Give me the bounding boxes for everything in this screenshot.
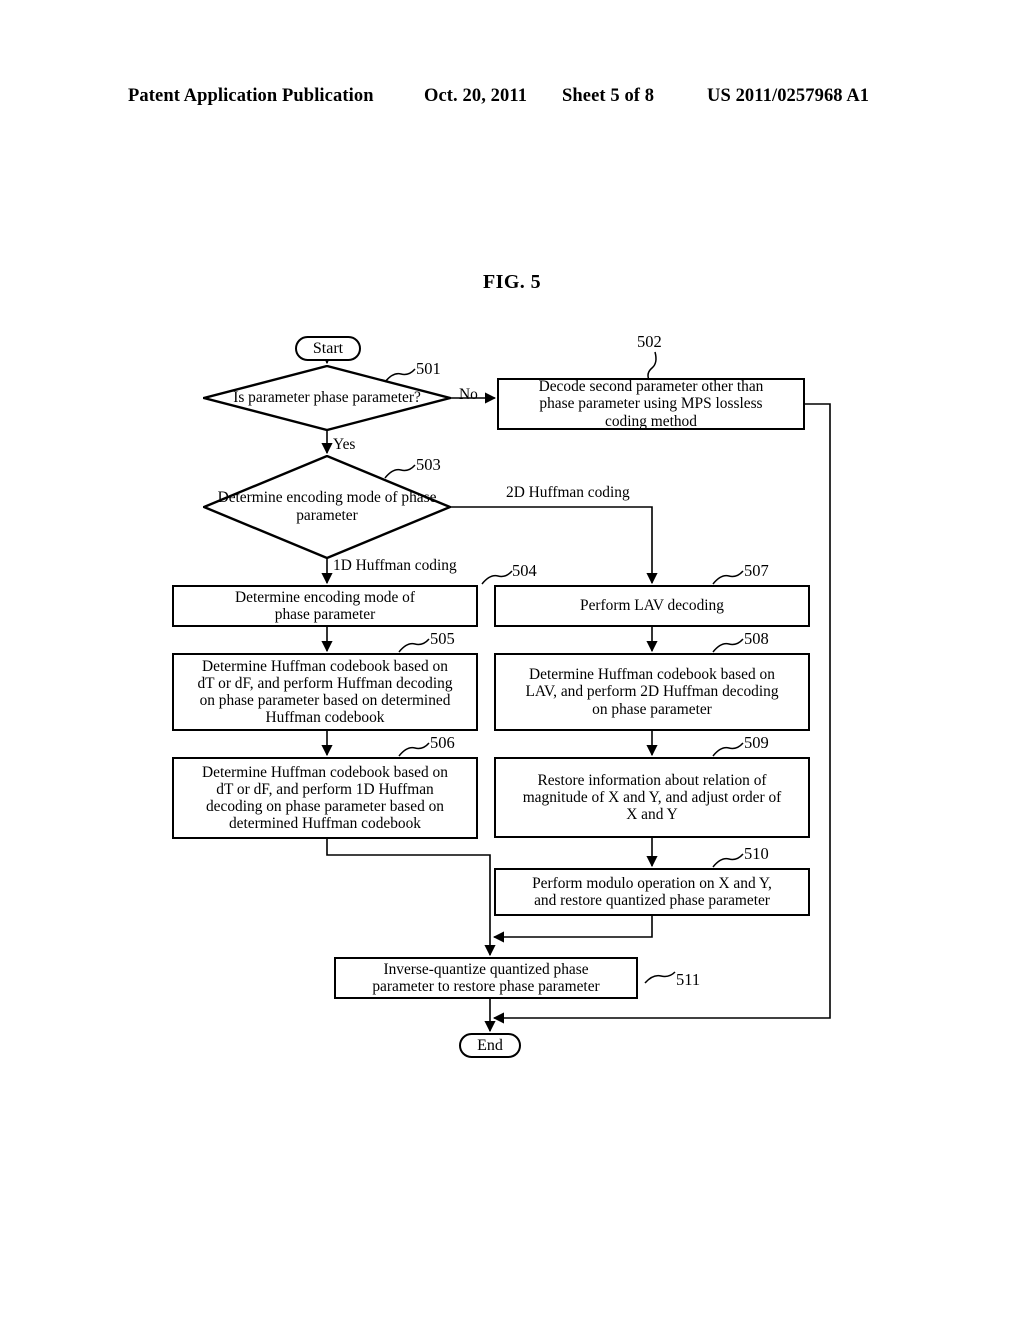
process-504-line1: Determine encoding mode of: [235, 588, 415, 606]
process-504: Determine encoding mode of phase paramet…: [172, 585, 478, 627]
process-511-line1: Inverse-quantize quantized phase: [383, 960, 589, 978]
process-502-line2: phase parameter using MPS lossless: [539, 395, 763, 413]
decision-501: Is parameter phase parameter?: [203, 365, 451, 431]
process-506: Determine Huffman codebook based on dT o…: [172, 757, 478, 839]
process-502-line1: Decode second parameter other than: [538, 378, 764, 396]
decision-503: Determine encoding mode of phase paramet…: [203, 455, 451, 559]
process-508: Determine Huffman codebook based on LAV,…: [494, 653, 810, 731]
process-505-line2: dT or dF, and perform Huffman decoding: [197, 674, 453, 692]
process-507-line1: Perform LAV decoding: [580, 597, 724, 615]
process-509: Restore information about relation of ma…: [494, 757, 810, 838]
process-502: Decode second parameter other than phase…: [497, 378, 805, 430]
start-label: Start: [312, 339, 344, 357]
header-publication-title: Patent Application Publication: [128, 86, 374, 106]
process-506-line2: dT or dF, and perform 1D Huffman: [216, 780, 434, 798]
reference-numeral-506: 506: [430, 733, 455, 752]
edge-label-2d-huffman-coding: 2D Huffman coding: [506, 484, 630, 501]
edge-label-yes: Yes: [333, 436, 356, 453]
reference-numeral-504: 504: [512, 561, 537, 580]
reference-numeral-502: 502: [637, 332, 662, 351]
end-terminator: End: [459, 1033, 521, 1058]
reference-numeral-510: 510: [744, 844, 769, 863]
process-505-line3: on phase parameter based on determined: [199, 692, 451, 709]
process-508-line3: on phase parameter: [592, 700, 712, 718]
process-504-line2: phase parameter: [274, 606, 376, 623]
process-510-line1: Perform modulo operation on X and Y,: [532, 874, 772, 892]
process-506-line4: determined Huffman codebook: [228, 815, 422, 833]
decision-503-text: Determine encoding mode of phase paramet…: [203, 455, 451, 559]
reference-numeral-508: 508: [744, 629, 769, 648]
edge-label-no: No: [459, 386, 478, 403]
process-506-line1: Determine Huffman codebook based on: [202, 763, 448, 781]
patent-page: Patent Application Publication Oct. 20, …: [0, 0, 1024, 1320]
figure-title: FIG. 5: [483, 271, 541, 293]
reference-numeral-509: 509: [744, 733, 769, 752]
process-509-line3: X and Y: [626, 806, 678, 824]
process-505: Determine Huffman codebook based on dT o…: [172, 653, 478, 731]
decision-503-line1: Determine: [217, 489, 283, 507]
header-sheet-number: Sheet 5 of 8: [562, 86, 655, 106]
process-505-line1: Determine Huffman codebook based on: [202, 657, 448, 675]
process-510-line2: and restore quantized phase parameter: [534, 892, 770, 909]
header-patent-number: US 2011/0257968 A1: [707, 86, 870, 106]
reference-numeral-505: 505: [430, 629, 455, 648]
edge-label-1d-huffman-coding: 1D Huffman coding: [333, 557, 457, 574]
process-502-line3: coding method: [605, 412, 697, 430]
reference-numeral-507: 507: [744, 561, 769, 580]
process-511-line2: parameter to restore phase parameter: [372, 978, 600, 995]
decision-501-text: Is parameter phase parameter?: [203, 365, 451, 431]
decision-501-line1: Is parameter: [233, 389, 310, 407]
reference-numeral-503: 503: [416, 455, 441, 474]
process-509-line2: magnitude of X and Y, and adjust order o…: [522, 788, 782, 806]
process-510: Perform modulo operation on X and Y, and…: [494, 868, 810, 916]
process-507: Perform LAV decoding: [494, 585, 810, 627]
decision-501-line2: phase parameter?: [313, 389, 421, 407]
reference-numeral-501: 501: [416, 359, 441, 378]
decision-503-line2: encoding mode of: [286, 489, 398, 507]
process-508-line2: LAV, and perform 2D Huffman decoding: [525, 683, 779, 701]
process-509-line1: Restore information about relation of: [537, 771, 767, 789]
reference-numeral-511: 511: [676, 970, 701, 989]
process-508-line1: Determine Huffman codebook based on: [529, 666, 775, 684]
process-505-line4: Huffman codebook: [265, 709, 385, 727]
start-terminator: Start: [295, 336, 361, 361]
process-506-line3: decoding on phase parameter based on: [205, 798, 445, 815]
process-511: Inverse-quantize quantized phase paramet…: [334, 957, 638, 999]
header-date: Oct. 20, 2011: [424, 86, 528, 106]
end-label: End: [477, 1036, 503, 1054]
